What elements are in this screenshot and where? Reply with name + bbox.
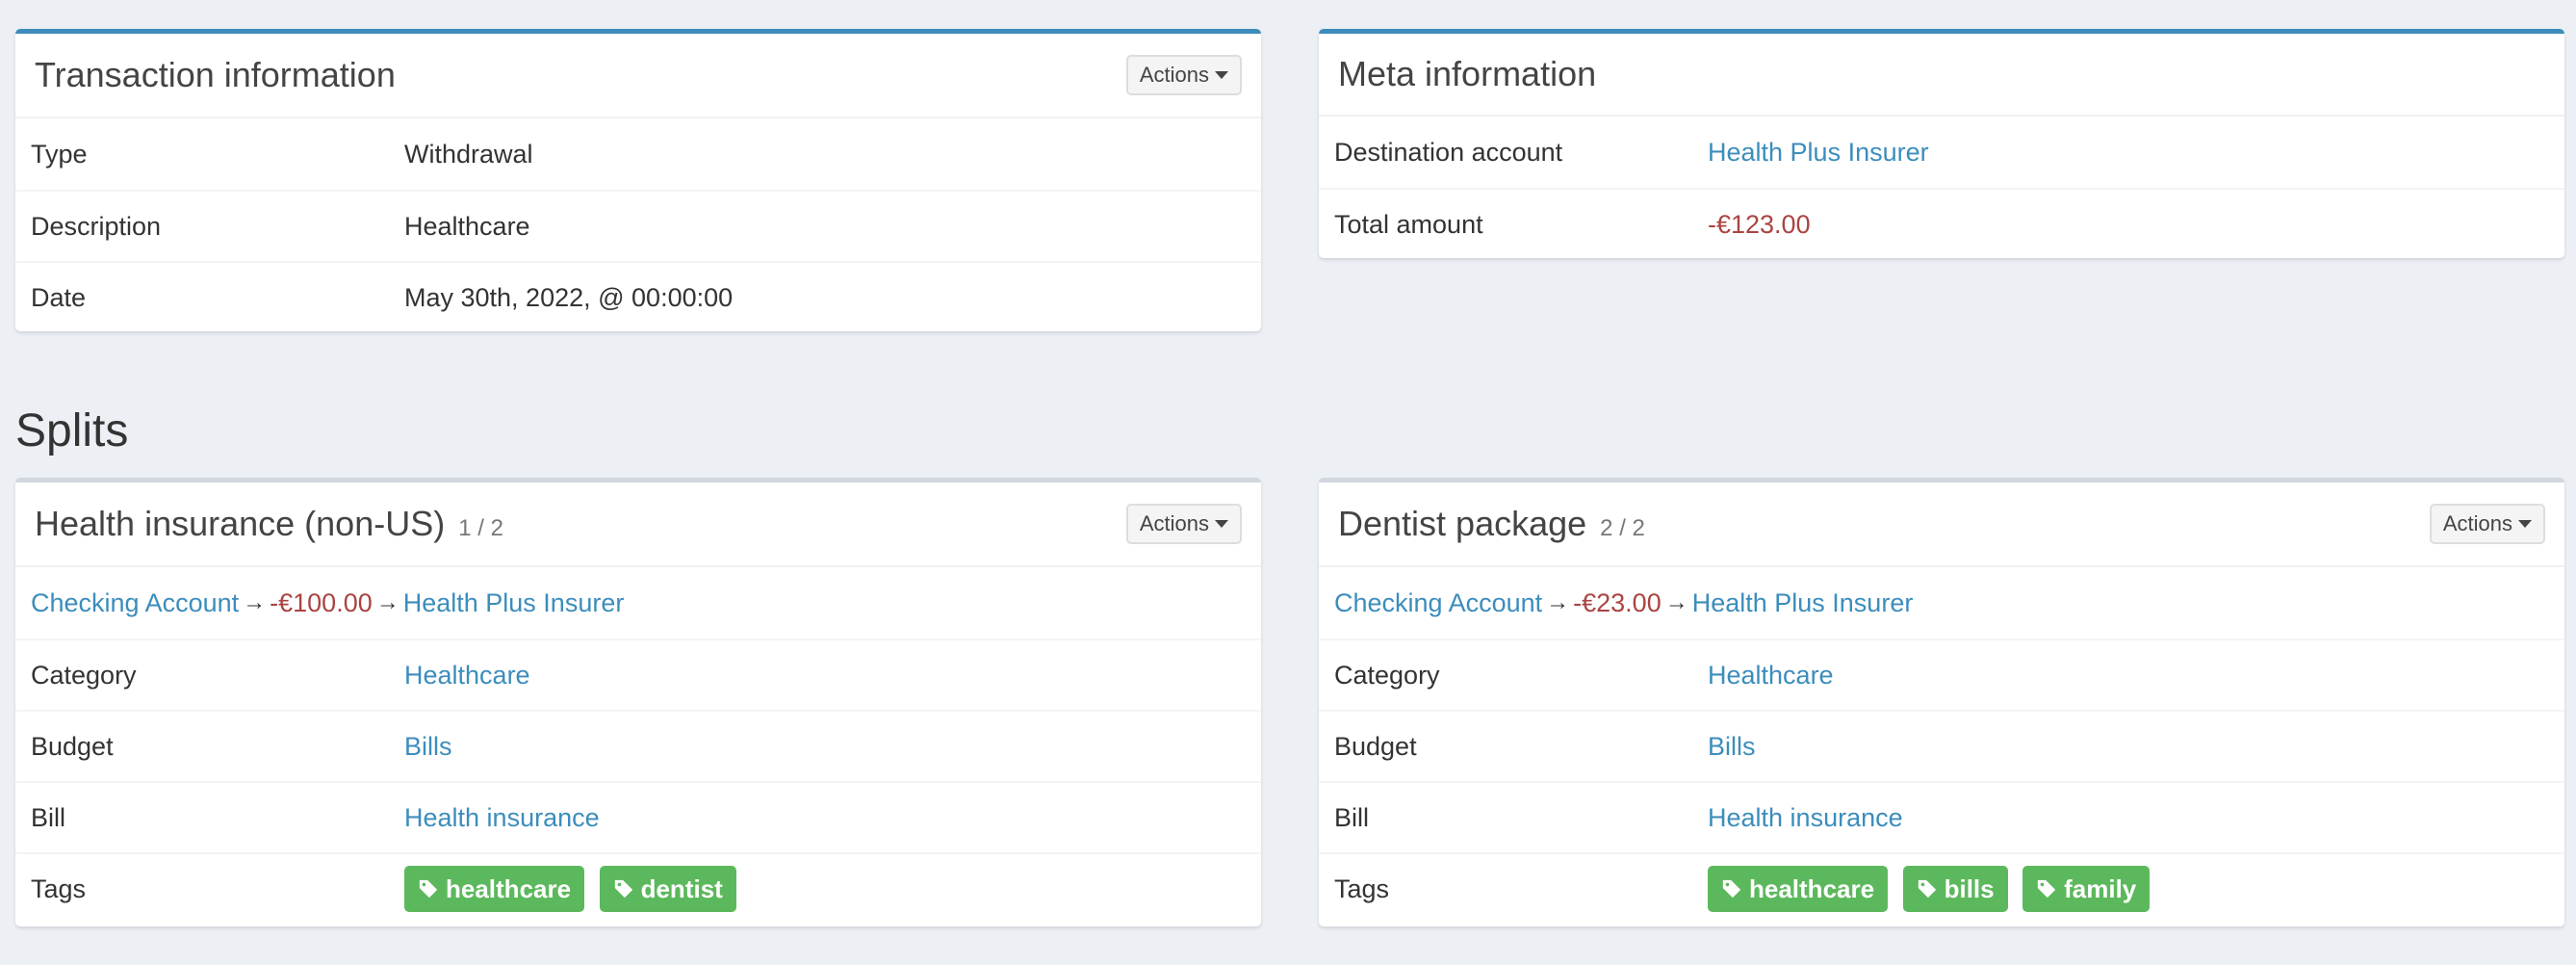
split-title: Dentist package 2 / 2 bbox=[1338, 504, 1645, 544]
tag-badge[interactable]: healthcare bbox=[1708, 866, 1889, 912]
total-amount-row: Total amount -€123.00 bbox=[1319, 188, 2564, 259]
destination-account-link[interactable]: Health Plus Insurer bbox=[1692, 588, 1914, 618]
tag-label: dentist bbox=[640, 874, 723, 903]
split-header: Dentist package 2 / 2 Actions bbox=[1319, 482, 2564, 567]
meta-information-table: Destination account Health Plus Insurer … bbox=[1319, 117, 2564, 259]
arrow-right-icon: → bbox=[1664, 589, 1688, 615]
row-label: Budget bbox=[1334, 731, 1417, 761]
actions-label: Actions bbox=[2442, 511, 2512, 535]
actions-label: Actions bbox=[1139, 63, 1209, 87]
destination-account-row: Destination account Health Plus Insurer bbox=[1319, 117, 2564, 188]
split-flow-row: Checking Account → -€100.00 → Health Plu… bbox=[15, 567, 1261, 639]
transaction-information-table: Type Withdrawal Description Healthcare D… bbox=[15, 118, 1261, 332]
category-link[interactable]: Healthcare bbox=[404, 661, 530, 691]
transaction-type-row: Type Withdrawal bbox=[15, 118, 1261, 190]
tag-badge[interactable]: bills bbox=[1902, 866, 2008, 912]
transaction-information-header: Transaction information Actions bbox=[15, 34, 1261, 118]
caret-down-icon bbox=[1215, 71, 1228, 79]
tag-icon bbox=[2037, 879, 2056, 899]
arrow-right-icon: → bbox=[243, 589, 267, 615]
row-label: Budget bbox=[31, 731, 114, 761]
meta-information-header: Meta information bbox=[1319, 34, 2564, 117]
split-table: Checking Account → -€23.00 → Health Plus… bbox=[1319, 567, 2564, 924]
transaction-description-value: Healthcare bbox=[404, 211, 530, 241]
tag-badge[interactable]: healthcare bbox=[404, 866, 585, 912]
split-counter: 2 / 2 bbox=[1600, 515, 1645, 541]
tag-label: family bbox=[2064, 874, 2137, 903]
row-label: Description bbox=[31, 211, 162, 241]
tags-list: healthcare bills family bbox=[1708, 866, 2157, 912]
bill-link[interactable]: Health insurance bbox=[404, 803, 600, 833]
meta-information-title: Meta information bbox=[1338, 54, 1597, 93]
split-title-text: Health insurance (non-US) bbox=[35, 504, 446, 543]
tags-row: Tags healthcare bills family bbox=[1319, 852, 2564, 924]
category-row: Category Healthcare bbox=[15, 639, 1261, 710]
caret-down-icon bbox=[2518, 520, 2532, 528]
tags-list: healthcare dentist bbox=[404, 866, 744, 912]
tag-icon bbox=[1722, 879, 1741, 899]
budget-row: Budget Bills bbox=[15, 710, 1261, 781]
split-flow-row: Checking Account → -€23.00 → Health Plus… bbox=[1319, 567, 2564, 639]
actions-label: Actions bbox=[1139, 511, 1209, 535]
transaction-date-row: Date May 30th, 2022, @ 00:00:00 bbox=[15, 261, 1261, 332]
splits-heading: Splits bbox=[15, 405, 129, 456]
split-title: Health insurance (non-US) 1 / 2 bbox=[35, 504, 503, 544]
split-table: Checking Account → -€100.00 → Health Plu… bbox=[15, 567, 1261, 924]
tag-icon bbox=[1918, 879, 1936, 899]
split-box-1: Health insurance (non-US) 1 / 2 Actions … bbox=[15, 478, 1261, 926]
tags-row: Tags healthcare dentist bbox=[15, 852, 1261, 924]
split-actions-button[interactable]: Actions bbox=[1125, 504, 1242, 544]
tag-icon bbox=[419, 879, 438, 899]
split-header: Health insurance (non-US) 1 / 2 Actions bbox=[15, 482, 1261, 567]
split-counter: 1 / 2 bbox=[458, 515, 503, 541]
transaction-description-row: Description Healthcare bbox=[15, 190, 1261, 261]
row-label: Type bbox=[31, 139, 88, 169]
destination-account-link[interactable]: Health Plus Insurer bbox=[1708, 138, 1929, 168]
arrow-right-icon: → bbox=[375, 589, 399, 615]
tag-label: bills bbox=[1944, 874, 1995, 903]
row-label: Bill bbox=[31, 802, 66, 832]
budget-row: Budget Bills bbox=[1319, 710, 2564, 781]
budget-link[interactable]: Bills bbox=[1708, 732, 1756, 762]
split-actions-button[interactable]: Actions bbox=[2429, 504, 2545, 544]
tag-label: healthcare bbox=[446, 874, 572, 903]
category-link[interactable]: Healthcare bbox=[1708, 661, 1834, 691]
transaction-type-value: Withdrawal bbox=[404, 139, 533, 169]
split-amount: -€23.00 bbox=[1573, 587, 1662, 617]
row-label: Destination account bbox=[1334, 137, 1563, 167]
bill-row: Bill Health insurance bbox=[15, 781, 1261, 852]
transaction-actions-button[interactable]: Actions bbox=[1125, 55, 1242, 95]
bill-link[interactable]: Health insurance bbox=[1708, 803, 1903, 833]
transaction-information-box: Transaction information Actions Type Wit… bbox=[15, 29, 1261, 331]
caret-down-icon bbox=[1215, 520, 1228, 528]
tag-label: healthcare bbox=[1749, 874, 1875, 903]
row-label: Category bbox=[31, 660, 137, 690]
row-label: Tags bbox=[1334, 874, 1390, 903]
total-amount-value: -€123.00 bbox=[1708, 209, 1811, 239]
tag-icon bbox=[614, 879, 632, 899]
budget-link[interactable]: Bills bbox=[404, 732, 452, 762]
destination-account-link[interactable]: Health Plus Insurer bbox=[403, 588, 625, 618]
category-row: Category Healthcare bbox=[1319, 639, 2564, 710]
bill-row: Bill Health insurance bbox=[1319, 781, 2564, 852]
row-label: Total amount bbox=[1334, 209, 1483, 239]
row-label: Date bbox=[31, 282, 87, 312]
row-label: Bill bbox=[1334, 802, 1370, 832]
split-title-text: Dentist package bbox=[1338, 504, 1587, 543]
arrow-right-icon: → bbox=[1546, 589, 1570, 615]
row-label: Tags bbox=[31, 874, 87, 903]
tag-badge[interactable]: family bbox=[2022, 866, 2151, 912]
transaction-date-value: May 30th, 2022, @ 00:00:00 bbox=[404, 282, 734, 312]
meta-information-box: Meta information Destination account Hea… bbox=[1319, 29, 2564, 258]
tag-badge[interactable]: dentist bbox=[599, 866, 736, 912]
split-box-2: Dentist package 2 / 2 Actions Checking A… bbox=[1319, 478, 2564, 926]
split-amount: -€100.00 bbox=[270, 587, 373, 617]
transaction-information-title: Transaction information bbox=[35, 55, 396, 94]
row-label: Category bbox=[1334, 660, 1440, 690]
source-account-link[interactable]: Checking Account bbox=[1334, 588, 1542, 618]
source-account-link[interactable]: Checking Account bbox=[31, 588, 239, 618]
